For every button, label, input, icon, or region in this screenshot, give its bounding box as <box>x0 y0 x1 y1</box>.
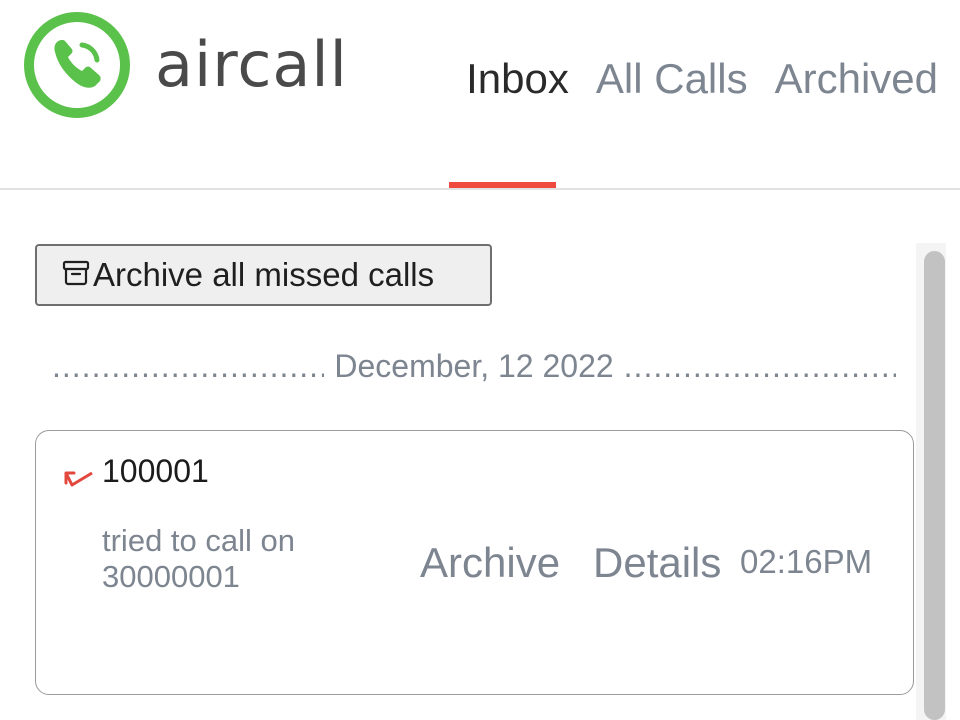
call-description: tried to call on 30000001 <box>102 523 295 594</box>
scrollbar[interactable] <box>916 243 946 720</box>
missed-call-icon <box>64 471 93 487</box>
archive-box-icon <box>62 260 90 286</box>
divider-dots-left: ........................................… <box>52 348 324 384</box>
tab-inbox[interactable]: Inbox <box>466 52 569 106</box>
app-header: aircall Inbox All Calls Archived <box>0 0 960 190</box>
archive-call-button[interactable]: Archive <box>420 539 560 587</box>
divider-dots-right: ........................................… <box>623 348 896 384</box>
inbox-panel: Archive all missed calls ...............… <box>0 190 916 720</box>
archive-all-missed-calls-button[interactable]: Archive all missed calls <box>35 244 492 306</box>
brand-name: aircall <box>155 28 348 101</box>
tab-all-calls[interactable]: All Calls <box>596 52 748 106</box>
date-divider: ........................................… <box>52 348 896 385</box>
phone-icon <box>24 12 130 118</box>
aircall-logo[interactable]: aircall <box>22 10 347 120</box>
scrollbar-thumb[interactable] <box>924 251 945 720</box>
tab-archived[interactable]: Archived <box>775 52 938 106</box>
call-time: 02:16PM <box>740 543 873 580</box>
call-card[interactable]: 100001 tried to call on 30000001 Archive… <box>35 430 914 695</box>
tab-bar: Inbox All Calls Archived <box>466 52 938 106</box>
call-details-button[interactable]: Details <box>593 539 721 587</box>
archive-all-label: Archive all missed calls <box>93 256 435 293</box>
caller-number: 100001 <box>102 453 209 489</box>
date-label: December, 12 2022 <box>334 348 614 384</box>
